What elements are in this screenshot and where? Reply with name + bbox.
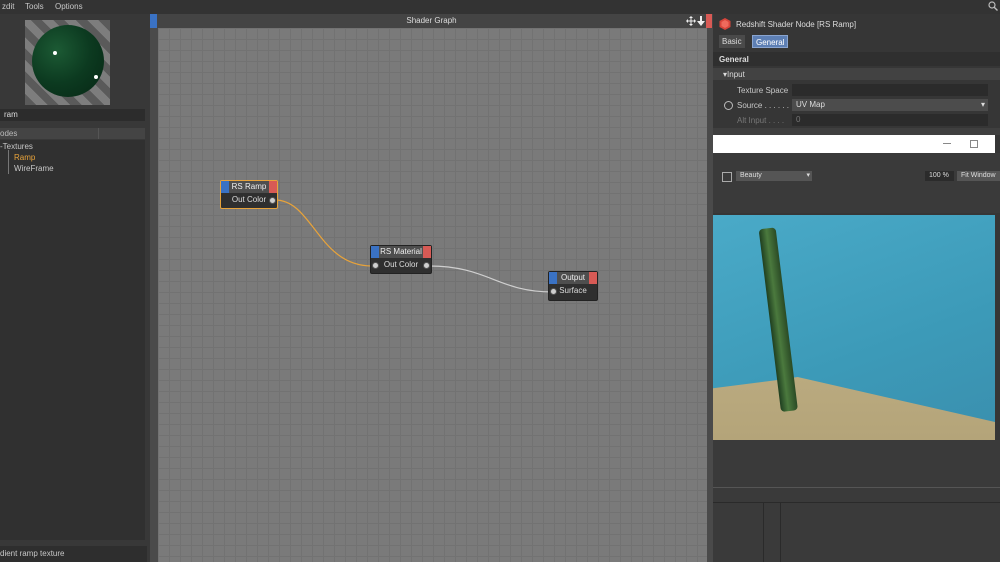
menu-tools[interactable]: Tools — [25, 2, 44, 11]
inspector-title: Redshift Shader Node [RS Ramp] — [736, 20, 857, 29]
panel-edge-marker — [706, 14, 712, 28]
dropdown-arrow-icon: ▾ — [806, 172, 810, 179]
tree-item-ramp[interactable]: Ramp — [14, 153, 35, 162]
menu-edit[interactable]: zdit — [2, 2, 14, 11]
ipr-checkbox[interactable] — [722, 172, 732, 182]
tab-basic[interactable]: Basic — [719, 35, 745, 48]
maximize-icon[interactable] — [970, 140, 978, 148]
minimize-icon[interactable] — [943, 143, 951, 144]
graph-title: Shader Graph — [406, 16, 457, 25]
node-rs-ramp[interactable]: RS Ramp Out Color — [220, 180, 278, 209]
node-title: Output — [560, 273, 585, 282]
node-header: RS Material — [371, 246, 431, 258]
node-connections — [274, 199, 553, 293]
search-icon[interactable] — [988, 1, 998, 11]
group-title: Input — [727, 70, 745, 79]
port-label: Surface — [559, 286, 587, 295]
preview-sphere — [32, 25, 104, 97]
node-tree: -Textures Ramp WireFrame — [0, 140, 145, 540]
output-port-dot[interactable] — [269, 197, 276, 204]
texture-space-field[interactable] — [792, 84, 988, 96]
node-port: Out Color — [221, 194, 277, 206]
specular-highlight — [53, 51, 57, 55]
input-port-dot[interactable] — [550, 288, 557, 295]
port-label: Out Color — [231, 195, 267, 204]
node-header: RS Ramp — [221, 181, 277, 193]
texture-space-label: Texture Space — [737, 86, 789, 95]
redshift-node-icon — [719, 18, 731, 32]
tree-item-wireframe[interactable]: WireFrame — [14, 164, 54, 173]
fit-window-label: Fit Window — [961, 172, 996, 179]
shader-graph-canvas[interactable]: RS Ramp Out Color RS Material Out Color … — [158, 28, 707, 562]
alt-input-field[interactable]: 0 — [792, 114, 988, 126]
aov-select[interactable]: Beauty ▾ — [736, 171, 812, 181]
alt-input-label: Alt Input . . . . — [737, 116, 785, 125]
alt-input-value: 0 — [796, 115, 801, 124]
keyframe-radio[interactable] — [724, 101, 733, 110]
menu-options[interactable]: Options — [55, 2, 83, 11]
node-port: Surface — [549, 285, 597, 297]
aov-value: Beauty — [740, 172, 762, 179]
header-divider — [98, 128, 99, 139]
graph-left-gutter — [150, 28, 158, 562]
node-rs-material[interactable]: RS Material Out Color — [370, 245, 432, 274]
status-bar: dient ramp texture — [0, 546, 147, 562]
graph-titlebar: Shader Graph — [150, 14, 713, 562]
tree-category-textures[interactable]: -Textures — [0, 142, 33, 151]
ipr-window-titlebar — [713, 135, 995, 153]
tree-line — [8, 150, 9, 174]
dropdown-arrow-icon: ▾ — [980, 100, 985, 109]
move-icon[interactable] — [686, 16, 696, 28]
input-port-dot[interactable] — [372, 262, 379, 269]
arrow-down-icon[interactable] — [697, 16, 705, 28]
node-header: Output — [549, 272, 597, 284]
source-label: Source . . . . . . — [737, 101, 790, 110]
node-output[interactable]: Output Surface — [548, 271, 598, 301]
ipr-toolbar: Beauty ▾ 100 % Fit Window — [713, 153, 1000, 213]
zoom-value: 100 % — [929, 172, 949, 179]
source-select[interactable]: UV Map ▾ — [792, 99, 988, 111]
material-preview — [25, 20, 110, 105]
group-header[interactable]: ▾Input — [713, 68, 1000, 80]
menu-bar: zdit Tools Options — [0, 0, 1000, 14]
ipr-bottom-area — [713, 440, 1000, 562]
source-value: UV Map — [796, 100, 825, 109]
node-port: Out Color — [371, 259, 431, 271]
node-title: RS Ramp — [231, 182, 267, 191]
nodes-column-header: odes — [0, 128, 145, 139]
nodes-header-label: odes — [0, 129, 18, 138]
specular-highlight — [94, 75, 98, 79]
output-port-dot[interactable] — [423, 262, 430, 269]
group-toggle[interactable]: ▾Input — [723, 70, 745, 79]
inspector-cutoff-row — [713, 128, 1000, 135]
node-title: RS Material — [380, 247, 422, 256]
section-title: General — [719, 55, 749, 64]
node-search-input[interactable]: ram — [0, 109, 145, 121]
tab-general[interactable]: General — [752, 35, 789, 48]
fit-window-button[interactable]: Fit Window — [957, 171, 1000, 181]
render-view — [713, 215, 995, 440]
zoom-field[interactable]: 100 % — [925, 171, 954, 181]
port-label: Out Color — [383, 260, 419, 269]
section-header: General — [713, 52, 1000, 66]
